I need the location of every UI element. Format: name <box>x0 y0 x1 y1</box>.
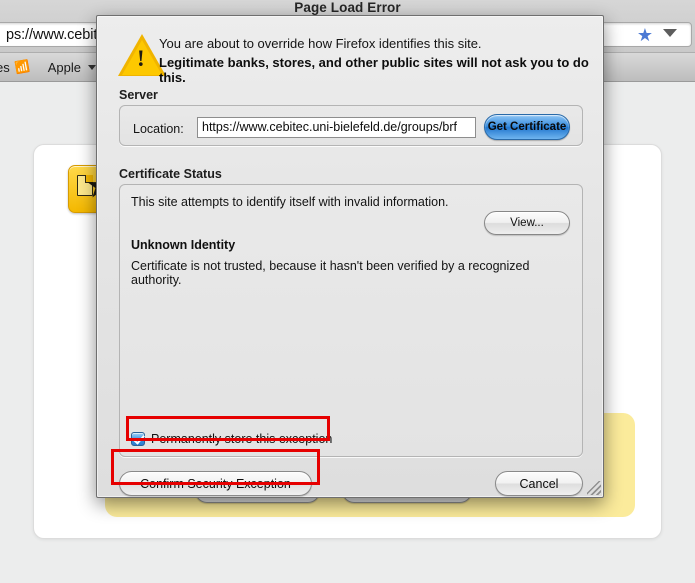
permanently-store-exception-checkbox[interactable] <box>131 432 145 446</box>
resize-grip-icon[interactable] <box>587 481 601 495</box>
location-label: Location: <box>133 122 184 136</box>
certificate-status-box: This site attempts to identify itself wi… <box>119 184 583 457</box>
certificate-status-group: Certificate Status This site attempts to… <box>119 167 583 457</box>
page-title: Page Load Error <box>294 0 401 15</box>
permanently-store-exception-label: Permanently store this exception <box>151 432 333 446</box>
chevron-down-icon[interactable] <box>663 29 677 37</box>
exclamation-mark-icon: ! <box>137 46 145 71</box>
dialog-header-text: You are about to override how Firefox id… <box>159 36 589 85</box>
bookmark-star-icon[interactable]: ★ <box>637 26 653 44</box>
permanently-store-exception-row[interactable]: Permanently store this exception <box>131 432 332 446</box>
bookmark-item-apple[interactable]: Apple <box>48 60 96 75</box>
cancel-button[interactable]: Cancel <box>495 471 583 496</box>
screenshot-root: ps://www.cebitec ★ es 📶 Apple <box>0 0 695 583</box>
get-certificate-button[interactable]: Get Certificate <box>484 114 570 140</box>
dialog-header-line1: You are about to override how Firefox id… <box>159 36 482 51</box>
location-input[interactable]: https://www.cebitec.uni-bielefeld.de/gro… <box>197 117 476 138</box>
add-security-exception-dialog: ! You are about to override how Firefox … <box>96 15 604 498</box>
bookmark-label: Apple <box>47 59 81 75</box>
dialog-header: ! You are about to override how Firefox … <box>97 16 603 85</box>
dialog-header-line2: Legitimate banks, stores, and other publ… <box>159 55 589 85</box>
rss-icon: 📶 <box>13 58 31 76</box>
bookmark-item-feeds[interactable]: es 📶 <box>0 58 31 76</box>
chevron-down-icon <box>87 64 96 70</box>
certificate-status-group-label: Certificate Status <box>119 167 222 181</box>
view-certificate-button[interactable]: View... <box>484 211 570 235</box>
server-group-label: Server <box>119 88 158 102</box>
unknown-identity-heading: Unknown Identity <box>131 238 236 252</box>
server-group: Server Location: https://www.cebitec.uni… <box>119 88 583 146</box>
server-group-box: Location: https://www.cebitec.uni-bielef… <box>119 105 583 146</box>
unknown-identity-detail: Certificate is not trusted, because it h… <box>131 259 530 287</box>
certificate-summary-text: This site attempts to identify itself wi… <box>131 195 449 209</box>
confirm-security-exception-button[interactable]: Confirm Security Exception <box>119 471 312 496</box>
bookmark-label: es <box>0 59 10 75</box>
